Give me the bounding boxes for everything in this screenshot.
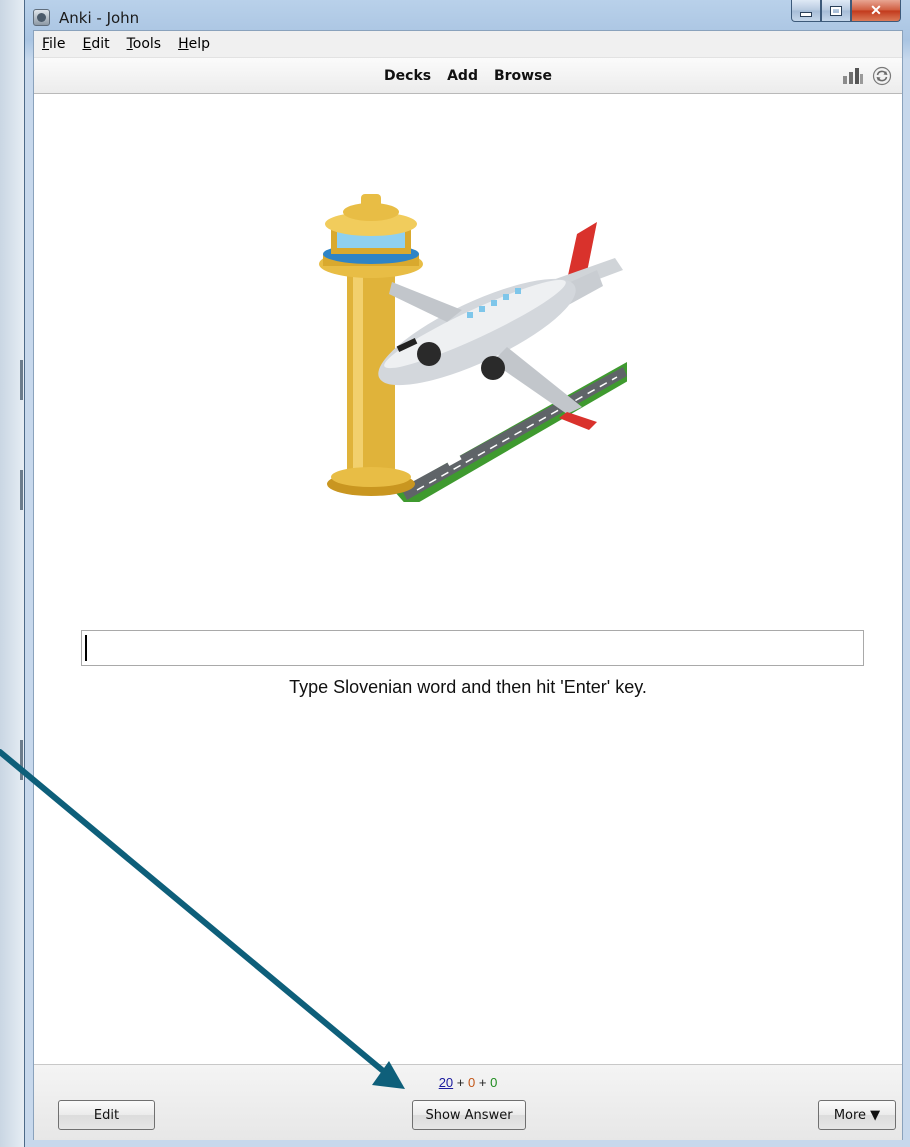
window-title: Anki - John bbox=[59, 9, 140, 27]
card-content-area: Type Slovenian word and then hit 'Enter'… bbox=[34, 94, 902, 1064]
stats-icon[interactable] bbox=[842, 67, 864, 85]
sync-icon[interactable] bbox=[872, 66, 892, 86]
text-caret bbox=[85, 635, 87, 661]
menu-edit-label: dit bbox=[91, 36, 110, 52]
title-bar[interactable]: Anki - John ✕ bbox=[25, 0, 910, 30]
menu-file[interactable]: File bbox=[34, 31, 74, 57]
learn-count: 0 bbox=[468, 1075, 476, 1090]
type-answer-hint: Type Slovenian word and then hit 'Enter'… bbox=[289, 677, 647, 697]
toolbar-decks-link[interactable]: Decks bbox=[384, 68, 431, 84]
edit-button[interactable]: Edit bbox=[58, 1100, 155, 1130]
type-answer-input[interactable] bbox=[81, 630, 864, 666]
main-client-area: File Edit Tools Help Decks Add Browse Ty… bbox=[33, 30, 903, 1140]
due-counts: 20 + 0 + 0 bbox=[34, 1075, 902, 1090]
menu-tools[interactable]: Tools bbox=[119, 31, 171, 57]
menu-file-mnemonic: F bbox=[42, 36, 50, 52]
toolbar-add-link[interactable]: Add bbox=[447, 68, 478, 84]
menu-help-label: elp bbox=[188, 36, 211, 52]
menu-help-mnemonic: H bbox=[178, 36, 189, 52]
more-button[interactable]: More ▼ bbox=[818, 1100, 896, 1130]
top-toolbar: Decks Add Browse bbox=[34, 57, 902, 94]
maximize-button[interactable] bbox=[821, 0, 851, 22]
review-count: 0 bbox=[490, 1075, 498, 1090]
new-count[interactable]: 20 bbox=[439, 1075, 453, 1090]
background-window-strip bbox=[0, 0, 24, 1147]
review-bottom-bar: 20 + 0 + 0 Edit Show Answer More ▼ bbox=[34, 1064, 902, 1140]
plus-sign: + bbox=[456, 1075, 465, 1090]
minimize-button[interactable] bbox=[791, 0, 821, 22]
minimize-icon bbox=[800, 12, 812, 17]
show-answer-button[interactable]: Show Answer bbox=[412, 1100, 526, 1130]
background-edge-mark bbox=[20, 360, 23, 400]
toolbar-links: Decks Add Browse bbox=[34, 58, 902, 94]
menu-bar: File Edit Tools Help bbox=[34, 31, 902, 57]
maximize-icon bbox=[830, 5, 842, 16]
menu-edit-mnemonic: E bbox=[82, 36, 92, 52]
toolbar-icons bbox=[842, 66, 892, 86]
menu-help[interactable]: Help bbox=[170, 31, 219, 57]
menu-edit[interactable]: Edit bbox=[74, 31, 118, 57]
toolbar-browse-link[interactable]: Browse bbox=[494, 68, 552, 84]
menu-file-label: ile bbox=[49, 36, 66, 52]
airplane-tower-image bbox=[319, 194, 627, 502]
anki-app-icon[interactable] bbox=[33, 9, 50, 26]
window-controls: ✕ bbox=[791, 0, 901, 22]
anki-window: Anki - John ✕ File Edit Tools Help Decks… bbox=[24, 0, 910, 1147]
background-edge-mark bbox=[20, 470, 23, 510]
close-button[interactable]: ✕ bbox=[851, 0, 901, 22]
plus-sign: + bbox=[478, 1075, 487, 1090]
close-icon: ✕ bbox=[870, 2, 882, 18]
background-edge-mark bbox=[20, 740, 23, 780]
menu-tools-label: ools bbox=[132, 36, 162, 52]
